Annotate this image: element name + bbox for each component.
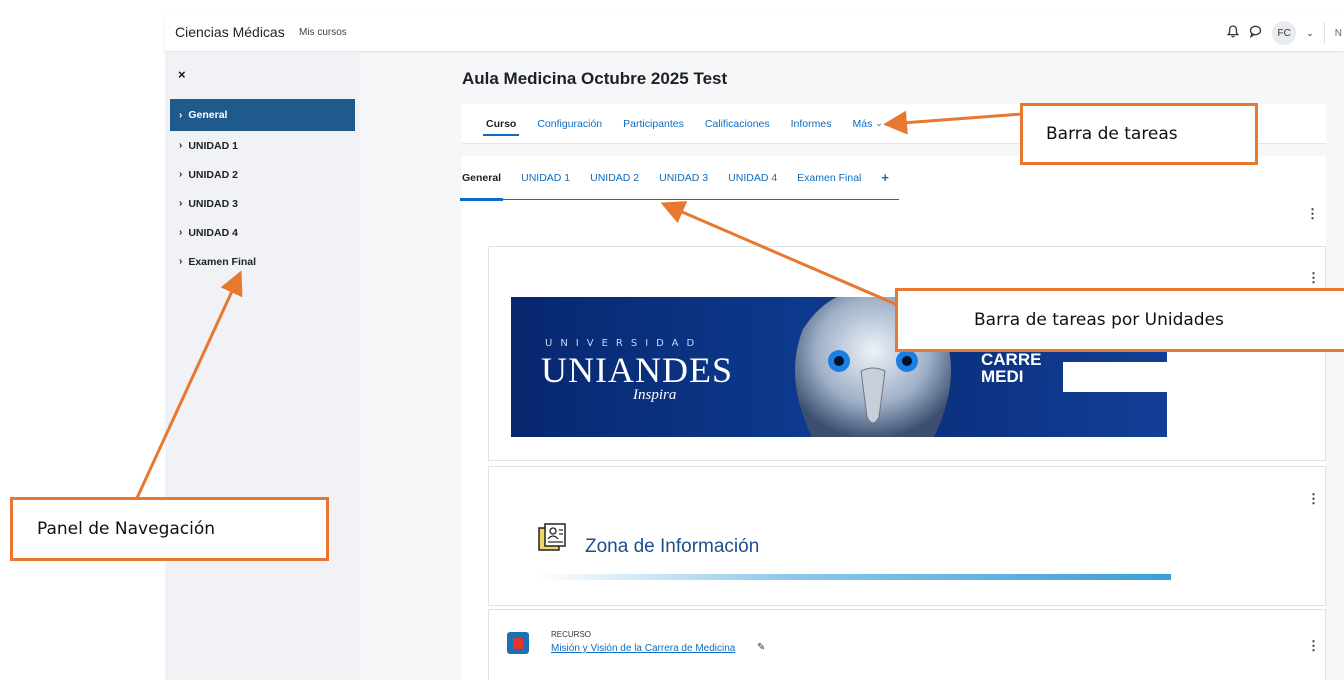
sidebar-item-unidad-4[interactable]: › UNIDAD 4 bbox=[170, 218, 355, 247]
messages-chat-icon[interactable] bbox=[1249, 25, 1262, 41]
chevron-right-icon: › bbox=[179, 109, 183, 121]
banner-university-text: UNIVERSIDAD bbox=[545, 338, 703, 349]
tab-mas-label: Más bbox=[852, 117, 873, 130]
page: Ciencias Médicas Mis cursos FC ⌄ N × › Ge… bbox=[0, 0, 1344, 680]
banner-tagline-text: Inspira bbox=[633, 387, 677, 403]
banner-options-kebab-icon[interactable]: ⋮ bbox=[1307, 270, 1320, 286]
resource-link[interactable]: Misión y Visión de la Carrera de Medicin… bbox=[551, 643, 735, 654]
add-tab-plus-icon[interactable]: + bbox=[871, 156, 899, 200]
annotation-unit-taskbar-label: Barra de tareas por Unidades bbox=[974, 310, 1224, 330]
info-options-kebab-icon[interactable]: ⋮ bbox=[1307, 491, 1320, 507]
sidebar-item-unidad-3[interactable]: › UNIDAD 3 bbox=[170, 189, 355, 218]
tab-informes[interactable]: Informes bbox=[791, 104, 832, 144]
sidebar-item-label: General bbox=[188, 109, 228, 121]
tab-configuracion[interactable]: Configuración bbox=[537, 104, 602, 144]
banner-card: ⋮ UNIVERSIDAD UNIANDES Inspira CARRE MED… bbox=[488, 246, 1326, 461]
information-card-icon bbox=[538, 523, 566, 551]
unit-tab-examen-final[interactable]: Examen Final bbox=[787, 156, 871, 200]
course-index: › General › UNIDAD 1 › UNIDAD 2 › UNIDAD 3 ›… bbox=[170, 99, 355, 276]
info-zone-title: Zona de Información bbox=[585, 536, 760, 557]
info-gradient-divider bbox=[537, 574, 1171, 580]
close-drawer-icon[interactable]: × bbox=[178, 67, 186, 82]
page-title: Aula Medicina Octubre 2025 Test bbox=[462, 69, 728, 88]
chevron-right-icon: › bbox=[179, 256, 183, 267]
annotation-nav-panel-label: Panel de Navegación bbox=[37, 519, 216, 539]
resource-type-label: RECURSO bbox=[551, 630, 592, 639]
pdf-resource-icon bbox=[507, 632, 529, 654]
notifications-bell-icon[interactable] bbox=[1227, 25, 1240, 41]
chevron-right-icon: › bbox=[179, 140, 183, 151]
tab-curso[interactable]: Curso bbox=[482, 104, 520, 144]
navbar-right: FC ⌄ N bbox=[1227, 20, 1344, 46]
sidebar-item-label: UNIDAD 2 bbox=[188, 168, 238, 181]
chevron-right-icon: › bbox=[179, 198, 183, 209]
unit-tabs: General UNIDAD 1 UNIDAD 2 UNIDAD 3 UNIDA… bbox=[459, 156, 899, 201]
annotation-taskbar-label: Barra de tareas bbox=[1046, 124, 1178, 144]
my-courses-link[interactable]: Mis cursos bbox=[299, 27, 347, 38]
user-avatar[interactable]: FC bbox=[1272, 21, 1297, 45]
unit-tab-unidad-1[interactable]: UNIDAD 1 bbox=[511, 156, 580, 200]
sidebar-item-label: UNIDAD 3 bbox=[188, 197, 238, 210]
edit-pencil-icon[interactable]: ✎ bbox=[757, 642, 765, 653]
top-navbar: Ciencias Médicas Mis cursos FC ⌄ N bbox=[165, 14, 1344, 52]
sidebar-item-label: UNIDAD 1 bbox=[188, 139, 238, 152]
resource-card: RECURSO Misión y Visión de la Carrera de… bbox=[488, 609, 1326, 680]
tab-calificaciones[interactable]: Calificaciones bbox=[705, 104, 770, 144]
unit-tab-unidad-2[interactable]: UNIDAD 2 bbox=[580, 156, 649, 200]
annotation-nav-panel: Panel de Navegación bbox=[10, 497, 329, 561]
unit-tab-unidad-4[interactable]: UNIDAD 4 bbox=[718, 156, 787, 200]
annotation-taskbar: Barra de tareas bbox=[1020, 103, 1258, 165]
sidebar-item-label: UNIDAD 4 bbox=[188, 226, 238, 239]
banner-brand-text: UNIANDES bbox=[541, 350, 733, 390]
chevron-down-icon: ⌄ bbox=[875, 118, 883, 128]
unit-tab-unidad-3[interactable]: UNIDAD 3 bbox=[649, 156, 718, 200]
resource-options-kebab-icon[interactable]: ⋮ bbox=[1307, 638, 1320, 654]
course-content: General UNIDAD 1 UNIDAD 2 UNIDAD 3 UNIDA… bbox=[459, 156, 1326, 680]
unit-tab-general[interactable]: General bbox=[459, 156, 511, 201]
site-brand[interactable]: Ciencias Médicas bbox=[175, 24, 285, 40]
info-zone-card: ⋮ Zona de Información bbox=[488, 466, 1326, 606]
tab-participantes[interactable]: Participantes bbox=[623, 104, 684, 144]
sidebar-item-general[interactable]: › General bbox=[170, 99, 355, 131]
navbar-divider bbox=[1323, 22, 1325, 44]
sidebar-item-unidad-2[interactable]: › UNIDAD 2 bbox=[170, 160, 355, 189]
section-options-kebab-icon[interactable]: ⋮ bbox=[1306, 206, 1319, 222]
chevron-right-icon: › bbox=[179, 169, 183, 180]
annotation-unit-taskbar: Barra de tareas por Unidades bbox=[895, 288, 1344, 352]
course-index-drawer: × › General › UNIDAD 1 › UNIDAD 2 › UNIDAD 3… bbox=[165, 53, 360, 680]
banner-occluder bbox=[1063, 362, 1167, 392]
edit-mode-label[interactable]: N bbox=[1335, 28, 1344, 39]
user-menu-chevron-down-icon[interactable]: ⌄ bbox=[1306, 28, 1314, 39]
sidebar-item-examen-final[interactable]: › Examen Final bbox=[170, 247, 355, 276]
tab-mas[interactable]: Más ⌄ bbox=[852, 104, 882, 144]
chevron-right-icon: › bbox=[179, 227, 183, 238]
sidebar-item-label: Examen Final bbox=[188, 255, 257, 268]
banner-career-line-2: MEDI bbox=[981, 367, 1024, 386]
banner-career-text: CARRE MEDI bbox=[981, 351, 1041, 385]
sidebar-item-unidad-1[interactable]: › UNIDAD 1 bbox=[170, 131, 355, 160]
